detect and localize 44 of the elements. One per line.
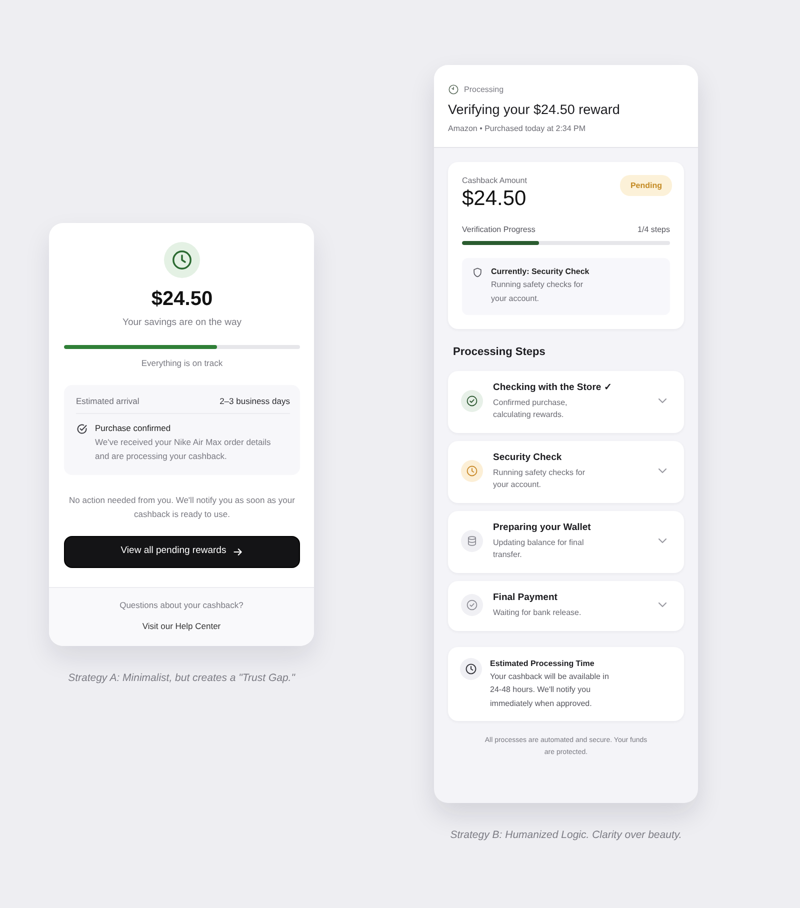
detail-label: Estimated arrival	[76, 394, 140, 406]
step-description: Confirmed purchase, calculating rewards.	[493, 396, 568, 421]
status-label: Processing	[464, 84, 504, 96]
progress-count: 1/4 steps	[638, 224, 670, 236]
page-title: Verifying your $24.50 reward	[448, 100, 621, 119]
clock-icon	[448, 84, 459, 96]
amount-text: $24.50	[462, 188, 527, 210]
current-step-text: Running safety checks for your account.	[491, 278, 584, 305]
amount-label: Cashback Amount	[462, 174, 527, 187]
clock-icon	[460, 658, 482, 680]
step-title: Final Payment	[493, 590, 558, 604]
step-description: Running safety checks for your account.	[493, 466, 586, 491]
event-title: Purchase confirmed	[95, 422, 172, 434]
status-text: Everything is on track	[140, 356, 224, 368]
check-circle-icon	[76, 422, 88, 434]
step-title: Preparing your Wallet	[493, 520, 592, 534]
purchase-meta-text: Amazon • Purchased today at 2:34 PM	[448, 122, 587, 135]
help-center-link[interactable]: Visit our Help Center	[142, 620, 221, 630]
arrow-right-icon	[233, 546, 244, 556]
current-step-title: Currently: Security Check	[491, 266, 590, 278]
progress-label: Verification Progress	[462, 224, 536, 236]
step-card[interactable]: Preparing your Wallet Updating balance for final transfer.	[448, 510, 684, 573]
caption-text: Strategy A: Minimalist, but creates a "Trust Gap."	[68, 670, 295, 686]
step-card[interactable]: Security Check Running safety checks for your account.	[448, 440, 684, 503]
clock-icon	[164, 242, 200, 278]
section-heading: Processing Steps	[453, 344, 546, 359]
amount-text: $24.50	[150, 286, 214, 310]
step-title: Security Check	[493, 450, 563, 464]
step-card[interactable]: Checking with the Store ✓ Confirmed purchase, calculating rewards.	[448, 370, 684, 433]
detail-value: 2–3 business days	[220, 394, 290, 406]
view-rewards-button[interactable]: View all pending rewards	[64, 536, 300, 568]
help-question: Questions about your cashback?	[118, 598, 244, 612]
event-text: We've received your Nike Air Max order details and are processing your cashback.	[95, 436, 272, 462]
step-description: Updating balance for final transfer.	[493, 536, 585, 561]
step-description: Waiting for bank release.	[493, 606, 582, 619]
subtitle-text: Your savings are on the way	[121, 316, 242, 330]
step-card[interactable]: Final Payment Waiting for bank release.	[448, 580, 684, 631]
estimate-text: Your cashback will be available in 24-48 hours. We'll notify you immediately when approved.	[490, 670, 610, 710]
status-badge: Pending	[620, 174, 672, 196]
caption-text: Strategy B: Humanized Logic. Clarity over beauty.	[450, 828, 682, 844]
step-title: Checking with the Store ✓	[493, 380, 613, 394]
notice-text: No action needed from you. We'll notify you as soon as your cashback is ready to use.	[68, 494, 296, 520]
shield-icon	[472, 266, 483, 278]
estimate-title: Estimated Processing Time	[490, 658, 596, 670]
